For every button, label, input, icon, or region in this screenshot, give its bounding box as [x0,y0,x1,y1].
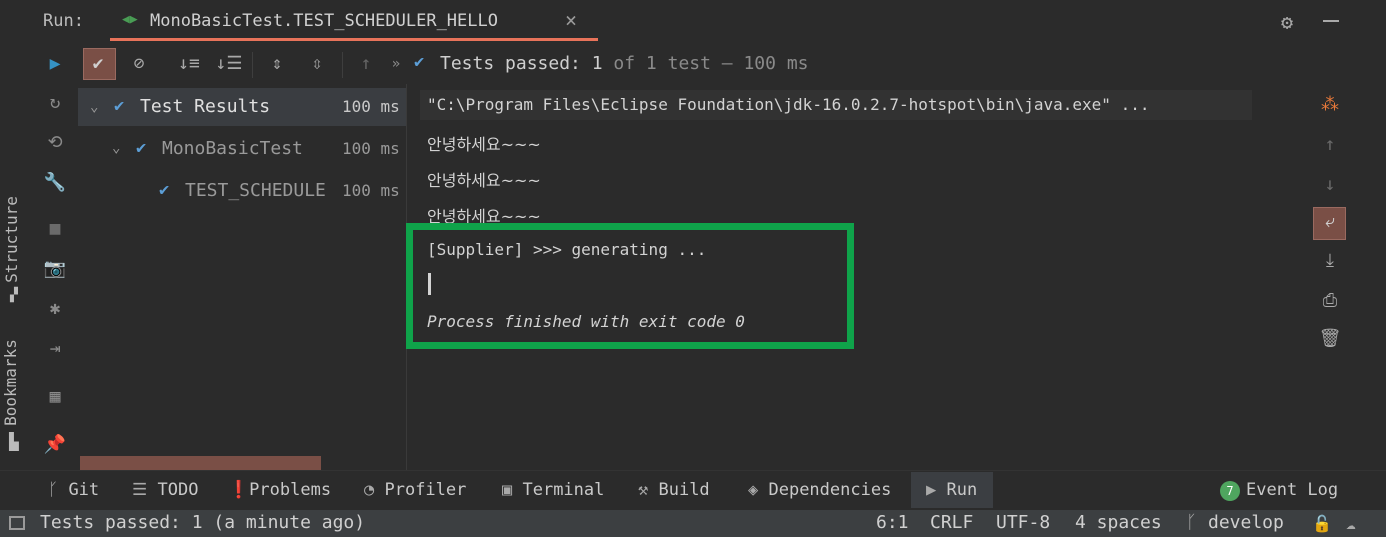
inspector-icon[interactable]: ☁ [1346,514,1356,533]
tab-terminal-label: Terminal [522,480,605,500]
tab-dependencies[interactable]: ◈ Dependencies [748,480,891,500]
tab-problems-label: Problems [249,480,332,500]
event-log-badge[interactable]: 7 [1220,481,1240,501]
tab-todo[interactable]: ☰ TODO [132,480,198,500]
passed-check-icon: ✔ [114,96,125,116]
structure-tool-tab[interactable]: Structure [2,196,21,283]
toolbar-divider [252,52,253,78]
minimize-icon[interactable] [1323,20,1339,22]
tab-build[interactable]: ⚒ Build [638,480,710,500]
soft-wrap-icon[interactable]: ⤶ [1315,211,1345,232]
test-results-label[interactable]: Test Results [140,96,270,117]
list-icon: ☰ [132,480,158,500]
tab-run-label: Run [946,480,978,500]
gear-icon[interactable]: ⚙ [1281,10,1293,34]
run-icon: ▶ [926,480,947,500]
tab-git[interactable]: ᚴ Git [48,480,99,500]
more-icon[interactable]: » [381,49,411,79]
console-line: 안녕하세요~~~ [427,171,541,190]
test-duration: 100 ms [342,97,400,116]
tab-git-label: Git [68,480,100,500]
tab-event-log[interactable]: Event Log [1246,480,1338,500]
status-prefix: Tests passed: [440,53,581,74]
line-separator[interactable]: CRLF [930,512,973,533]
branch-icon: ᚴ [48,480,69,500]
rerun-failed-icon[interactable]: ↻ [40,92,70,113]
layout-icon[interactable]: ▦ [40,386,70,407]
show-passed-icon[interactable]: ✔ [83,49,113,79]
chevron-down-icon[interactable]: ⌄ [90,99,98,115]
close-icon[interactable]: × [565,8,577,32]
tab-todo-label: TODO [157,480,199,500]
test-config-icon: ◀▶ [122,12,138,27]
indent-setting[interactable]: 4 spaces [1075,512,1162,533]
tab-dependencies-label: Dependencies [768,480,892,500]
profiler-icon: ◔ [364,480,385,500]
status-message[interactable]: Tests passed: 1 (a minute ago) [40,512,365,533]
test-class-label[interactable]: MonoBasicTest [162,138,303,159]
scroll-to-end-icon[interactable]: ⤓ [1315,250,1345,271]
tab-problems[interactable]: ❗Problems [228,480,331,500]
passed-check-icon: ✔ [136,138,147,158]
file-encoding[interactable]: UTF-8 [996,512,1050,533]
test-status-summary: Tests passed: 1 of 1 test – 100 ms [440,53,809,74]
arrow-up-icon[interactable]: ↑ [1315,134,1345,155]
wrench-icon[interactable]: 🔧 [40,172,70,193]
run-label: Run: [43,11,84,31]
horizontal-scrollbar[interactable] [80,456,321,470]
status-of-total: of 1 test – 100 ms [613,53,809,74]
passed-check-icon: ✔ [159,180,170,200]
sort-by-duration-icon[interactable]: ↓☰ [214,49,244,79]
cursor-position[interactable]: 6:1 [876,512,909,533]
arrow-down-icon[interactable]: ↓ [1315,174,1345,195]
tab-profiler[interactable]: ◔ Profiler [364,480,466,500]
previous-failed-icon[interactable]: ↑ [351,49,381,79]
collapse-all-icon[interactable]: ⇳ [302,49,332,79]
test-method-label[interactable]: TEST_SCHEDULE [185,180,337,201]
problems-icon: ❗ [228,480,250,500]
toggle-auto-test-icon[interactable]: ⟲ [40,132,70,153]
test-duration: 100 ms [342,139,400,158]
tab-terminal[interactable]: ▣ Terminal [502,480,604,500]
console-line: 안녕하세요~~~ [427,135,541,154]
annotation-highlight-box [406,223,854,349]
layers-icon: ◈ [748,480,769,500]
run-tab-title[interactable]: MonoBasicTest.TEST_SCHEDULER_HELLO [150,11,498,31]
tool-windows-toggle-icon[interactable] [9,516,25,530]
test-duration: 100 ms [342,181,400,200]
sort-alphabetically-icon[interactable]: ↓≡ [174,49,204,79]
lock-icon[interactable]: 🔓 [1312,514,1332,533]
bookmarks-tool-tab[interactable]: Bookmarks [1,339,20,426]
terminal-icon: ▣ [502,480,523,500]
trash-icon[interactable]: 🗑 [1315,328,1345,349]
stop-icon[interactable]: ■ [40,218,70,239]
tab-run[interactable]: ▶ Run [926,480,977,500]
import-tests-icon[interactable]: ⇥ [40,338,70,359]
pin-icon[interactable]: 📌 [40,434,70,455]
print-icon[interactable]: ⎙ [1315,290,1345,311]
chevron-down-icon[interactable]: ⌄ [112,140,120,156]
git-branch[interactable]: develop [1208,512,1284,533]
active-tab-underline [110,38,598,41]
console-line-command[interactable]: "C:\Program Files\Eclipse Foundation\jdk… [427,95,1149,114]
toolbar-divider [342,52,343,78]
show-ignored-icon[interactable]: ⊘ [124,49,154,79]
rerun-icon[interactable]: ▶ [40,49,70,79]
hammer-icon: ⚒ [638,480,659,500]
passed-check-icon: ✔ [414,52,425,72]
filter-icon[interactable]: ⁂ [1315,94,1345,115]
tab-build-label: Build [658,480,710,500]
tab-profiler-label: Profiler [384,480,467,500]
debug-icon[interactable]: ✱ [40,298,70,319]
expand-all-icon[interactable]: ⇕ [262,49,292,79]
structure-icon[interactable]: ▞ [10,288,18,303]
bookmark-icon[interactable]: ▙ [9,432,19,451]
status-count: 1 [591,53,603,74]
camera-icon[interactable]: 📷 [40,258,70,279]
branch-icon: ᚴ [1186,512,1197,533]
